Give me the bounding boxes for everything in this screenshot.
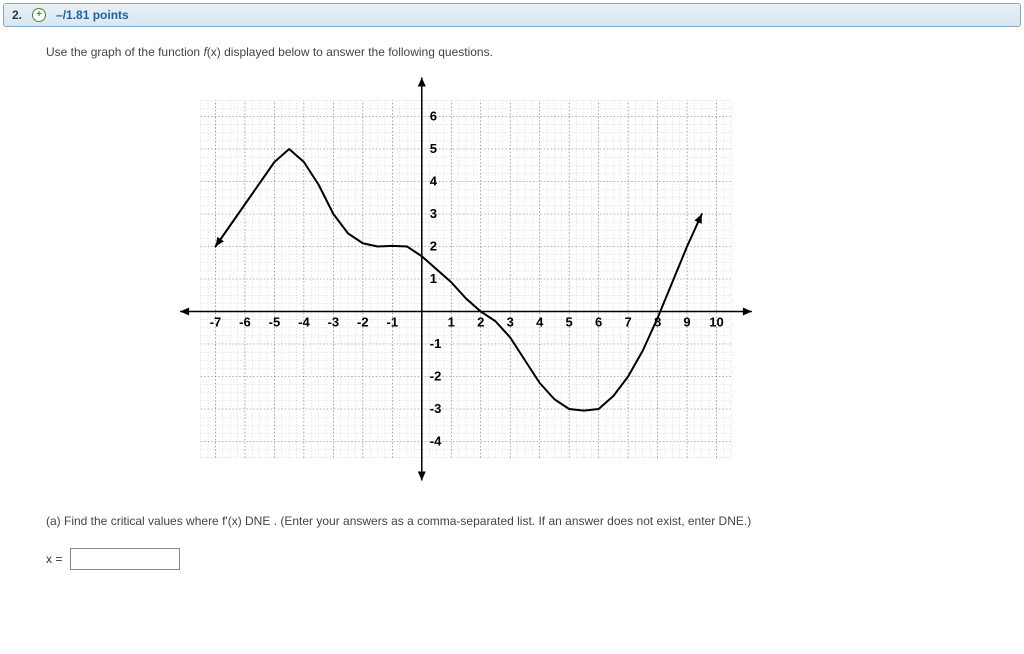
- svg-text:-7: -7: [210, 315, 222, 330]
- svg-text:7: 7: [624, 315, 631, 330]
- svg-text:2: 2: [430, 239, 437, 254]
- points-label: –/1.81 points: [56, 8, 129, 22]
- question-body: Use the graph of the function f(x) displ…: [0, 30, 1024, 585]
- svg-text:-2: -2: [430, 369, 442, 384]
- svg-text:-6: -6: [239, 315, 251, 330]
- svg-text:-1: -1: [430, 336, 442, 351]
- svg-text:1: 1: [430, 271, 437, 286]
- sub-question: (a) Find the critical values where f'(x)…: [46, 514, 978, 528]
- svg-text:-1: -1: [387, 315, 399, 330]
- svg-text:-2: -2: [357, 315, 369, 330]
- question-fnarg: (x): [207, 45, 221, 59]
- svg-text:6: 6: [595, 315, 602, 330]
- expand-icon[interactable]: +: [32, 8, 46, 22]
- question-text: Use the graph of the function f(x) displ…: [46, 45, 978, 59]
- svg-text:10: 10: [709, 315, 723, 330]
- svg-text:4: 4: [536, 315, 544, 330]
- svg-text:3: 3: [507, 315, 514, 330]
- sub-label: (a) Find the critical values where f'(x)…: [46, 514, 751, 528]
- question-number: 2.: [12, 8, 22, 22]
- answer-row: x =: [46, 548, 978, 570]
- answer-input[interactable]: [70, 548, 180, 570]
- svg-text:3: 3: [430, 206, 437, 221]
- svg-text:2: 2: [477, 315, 484, 330]
- svg-text:-4: -4: [430, 434, 442, 449]
- svg-text:9: 9: [683, 315, 690, 330]
- question-suffix: displayed below to answer the following …: [221, 45, 493, 59]
- svg-text:-4: -4: [298, 315, 310, 330]
- question-prefix: Use the graph of the function: [46, 45, 203, 59]
- svg-text:-3: -3: [430, 401, 442, 416]
- svg-text:5: 5: [566, 315, 573, 330]
- graph: -7-6-5-4-3-2-112345678910-4-3-2-1123456: [166, 74, 766, 484]
- svg-text:-3: -3: [328, 315, 340, 330]
- svg-text:6: 6: [430, 109, 437, 124]
- svg-text:-5: -5: [269, 315, 281, 330]
- graph-svg: -7-6-5-4-3-2-112345678910-4-3-2-1123456: [166, 74, 766, 484]
- question-header: 2. + –/1.81 points: [3, 3, 1021, 27]
- answer-label: x =: [46, 552, 62, 566]
- svg-text:1: 1: [448, 315, 455, 330]
- svg-text:5: 5: [430, 141, 437, 156]
- svg-text:4: 4: [430, 174, 438, 189]
